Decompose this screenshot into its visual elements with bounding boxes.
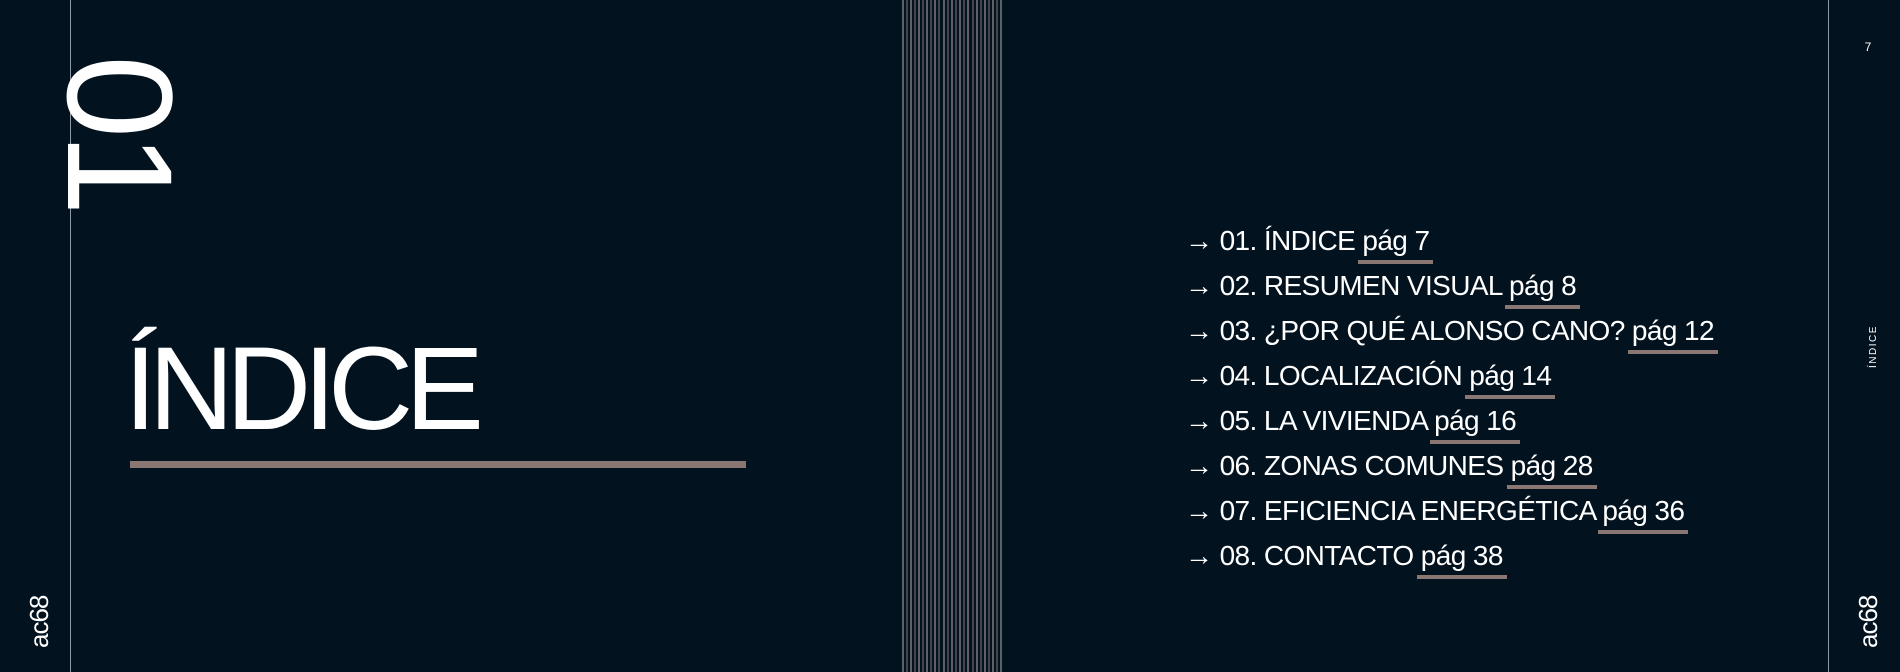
toc-item-page[interactable]: pág 16 bbox=[1430, 398, 1521, 444]
toc-item-page[interactable]: pág 14 bbox=[1465, 353, 1556, 399]
side-section-label: ÍNDICE bbox=[1868, 325, 1879, 368]
toc-item[interactable]: → 04. LOCALIZACIÓN pág 14 bbox=[1185, 353, 1714, 399]
page-heading: ÍNDICE bbox=[124, 323, 484, 455]
toc-item-label: → 07. EFICIENCIA ENERGÉTICA bbox=[1185, 495, 1603, 526]
toc-item-label: → 01. ÍNDICE bbox=[1185, 225, 1363, 256]
toc-item-page[interactable]: pág 28 bbox=[1506, 443, 1597, 489]
toc-item[interactable]: → 06. ZONAS COMUNES pág 28 bbox=[1185, 443, 1714, 489]
toc-item[interactable]: → 05. LA VIVIENDA pág 16 bbox=[1185, 398, 1714, 444]
toc-item-label: → 05. LA VIVIENDA bbox=[1185, 405, 1435, 436]
spine-lines bbox=[902, 0, 1002, 672]
toc-item[interactable]: → 07. EFICIENCIA ENERGÉTICA pág 36 bbox=[1185, 488, 1714, 534]
right-margin-rule bbox=[1828, 0, 1829, 672]
toc-item-label: → 02. RESUMEN VISUAL bbox=[1185, 270, 1510, 301]
toc-item[interactable]: → 03. ¿POR QUÉ ALONSO CANO? pág 12 bbox=[1185, 308, 1718, 354]
toc-item[interactable]: → 08. CONTACTO pág 38 bbox=[1185, 533, 1714, 579]
toc-item-page[interactable]: pág 12 bbox=[1627, 308, 1718, 354]
toc-item-label: → 03. ¿POR QUÉ ALONSO CANO? bbox=[1185, 315, 1632, 346]
toc-item-label: → 04. LOCALIZACIÓN bbox=[1185, 360, 1470, 391]
section-number-text: 01 bbox=[36, 55, 204, 210]
toc-item-page[interactable]: pág 7 bbox=[1358, 218, 1434, 264]
brand-logo-right: ac68 bbox=[1853, 595, 1883, 648]
toc-item[interactable]: → 01. ÍNDICE pág 7 bbox=[1185, 218, 1714, 264]
page-number: 7 bbox=[1864, 40, 1872, 54]
toc-item-page[interactable]: pág 8 bbox=[1505, 263, 1581, 309]
toc-item[interactable]: → 02. RESUMEN VISUAL pág 8 bbox=[1185, 263, 1714, 309]
toc-item-page[interactable]: pág 38 bbox=[1416, 533, 1507, 579]
table-of-contents: → 01. ÍNDICE pág 7 → 02. RESUMEN VISUAL p… bbox=[1185, 218, 1718, 579]
heading-underline bbox=[130, 461, 746, 468]
toc-item-label: → 08. CONTACTO bbox=[1185, 540, 1421, 571]
toc-item-page[interactable]: pág 36 bbox=[1598, 488, 1689, 534]
section-number: 01 bbox=[36, 30, 204, 210]
brand-logo-left: ac68 bbox=[24, 595, 54, 648]
toc-item-label: → 06. ZONAS COMUNES bbox=[1185, 450, 1511, 481]
